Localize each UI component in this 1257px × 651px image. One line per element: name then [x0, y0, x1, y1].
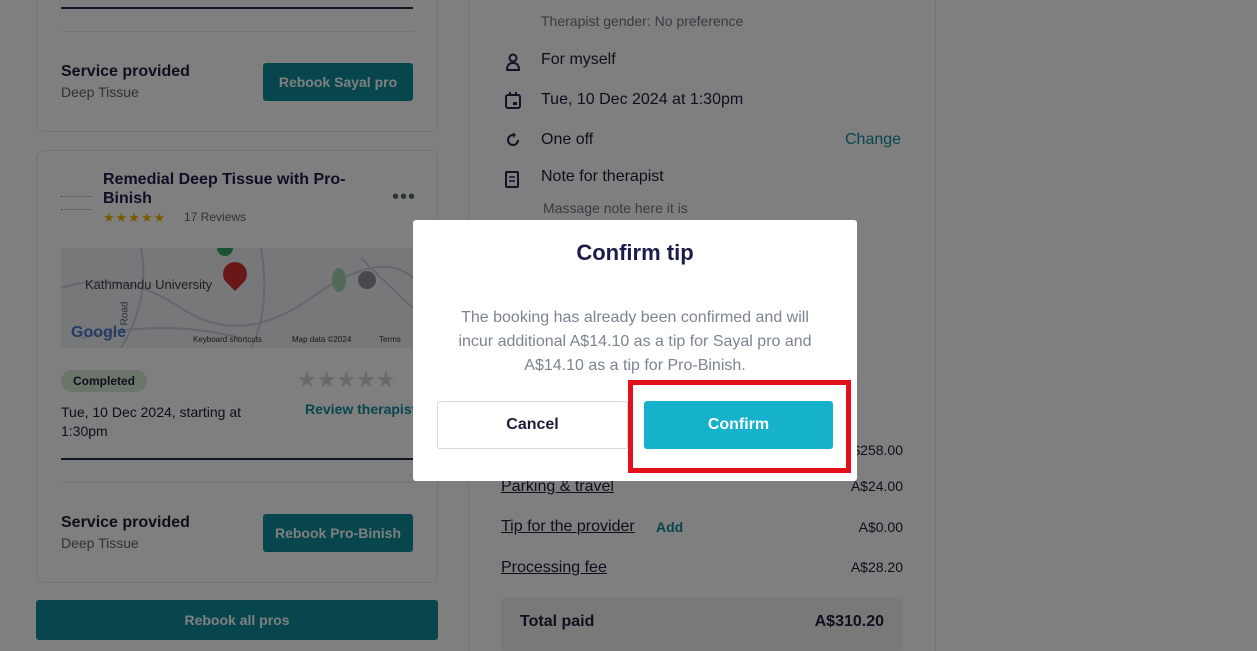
cancel-button[interactable]: Cancel	[437, 401, 628, 449]
dialog-title: Confirm tip	[576, 240, 694, 265]
confirm-highlight-box	[628, 380, 851, 473]
dialog-message: The booking has already been confirmed a…	[458, 309, 812, 374]
